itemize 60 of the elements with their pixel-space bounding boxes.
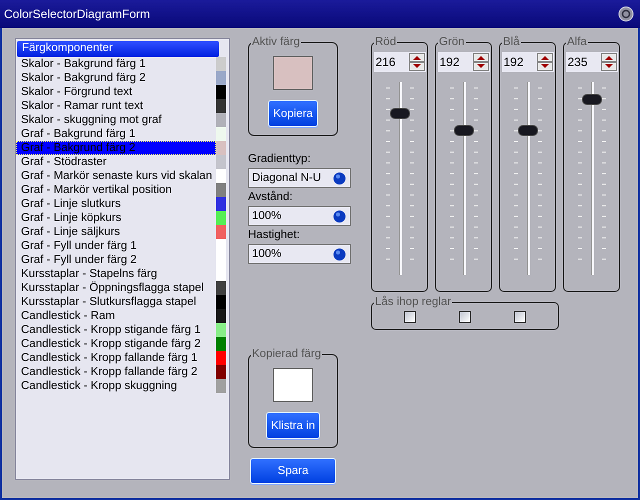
checkbox[interactable] (514, 311, 526, 323)
list-item[interactable]: Graf - Bakgrund färg 1 (16, 127, 216, 141)
list-item[interactable]: Skalor - Ramar runt text (16, 99, 216, 113)
dropdown-field[interactable]: 100% (248, 244, 351, 264)
field-label: Gradienttyp: (248, 153, 312, 165)
list-item[interactable]: Graf - Linje säljkurs (16, 225, 216, 239)
list-item[interactable]: Skalor - Förgrund text (16, 85, 216, 99)
group-title: Kopierad färg (251, 348, 322, 360)
spin-arrows-icon[interactable] (536, 53, 552, 71)
list-item[interactable]: Graf - Stödraster (16, 155, 216, 169)
slider-thumb[interactable] (582, 94, 602, 106)
spin-arrows-icon[interactable] (600, 53, 616, 71)
list-item[interactable]: Candlestick - Kropp fallande färg 1 (16, 351, 216, 365)
list-item[interactable]: Candlestick - Ram (16, 309, 216, 323)
close-icon[interactable] (618, 6, 634, 22)
group-title: Blå (502, 36, 521, 48)
list-item[interactable]: Graf - Fyll under färg 1 (16, 239, 216, 253)
slider-thumb[interactable] (518, 124, 538, 136)
group-title: Grön (438, 36, 466, 48)
spin-arrows-icon[interactable] (472, 53, 488, 71)
list-header[interactable]: Färgkomponenter (17, 41, 219, 57)
paste-button[interactable]: Klistra in (266, 412, 320, 439)
slider-thumb[interactable] (454, 124, 474, 136)
list-item[interactable]: Skalor - skuggning mot graf (16, 113, 216, 127)
list-item[interactable]: Graf - Linje slutkurs (16, 197, 216, 211)
save-button[interactable]: Spara (250, 458, 336, 484)
spin-arrows-icon[interactable] (408, 53, 424, 71)
ball-icon[interactable] (333, 172, 346, 184)
list-item[interactable]: Candlestick - Kropp stigande färg 2 (16, 337, 216, 351)
spin-field[interactable]: 235 (566, 52, 618, 72)
spin-field[interactable]: 216 (374, 52, 426, 72)
list-item[interactable]: Skalor - Bakgrund färg 1 (16, 57, 216, 71)
dropdown-field[interactable]: 100% (248, 206, 351, 226)
spin-field[interactable]: 192 (438, 52, 490, 72)
field-label: Avstånd: (248, 191, 294, 203)
ball-icon[interactable] (333, 248, 346, 260)
window-title: ColorSelectorDiagramForm (4, 7, 152, 21)
group-title: Aktiv färg (251, 36, 301, 48)
list-item[interactable]: Graf - Markör senaste kurs vid skalan (16, 169, 216, 183)
slider-thumb[interactable] (390, 108, 410, 119)
checkbox[interactable] (458, 311, 471, 323)
list-item[interactable]: Candlestick - Kropp skuggning (16, 379, 216, 393)
copy-button[interactable]: Kopiera (268, 100, 318, 127)
list-item[interactable]: Skalor - Bakgrund färg 2 (16, 71, 216, 85)
checkbox[interactable] (404, 311, 416, 323)
spin-field[interactable]: 192 (502, 52, 554, 72)
group-title: Alfa (566, 36, 588, 48)
list-item[interactable]: Kursstaplar - Slutkursflagga stapel (16, 295, 216, 309)
list-item[interactable]: Kursstaplar - Öppningsflagga stapel (16, 281, 216, 295)
field-label: Hastighet: (248, 229, 301, 241)
list-item[interactable]: Kursstaplar - Stapelns färg (16, 267, 216, 281)
ball-icon[interactable] (333, 210, 346, 222)
list-item[interactable]: Candlestick - Kropp fallande färg 2 (16, 365, 216, 379)
list-item[interactable]: Candlestick - Kropp stigande färg 1 (16, 323, 216, 337)
dropdown-field[interactable]: Diagonal N-U (248, 168, 351, 188)
group-title: Röd (374, 36, 398, 48)
list-item[interactable]: Graf - Fyll under färg 2 (16, 253, 216, 267)
list-item[interactable]: Graf - Linje köpkurs (16, 211, 216, 225)
list-item[interactable]: Graf - Markör vertikal position (16, 183, 216, 197)
group-title: Lås ihop reglar (374, 296, 452, 308)
